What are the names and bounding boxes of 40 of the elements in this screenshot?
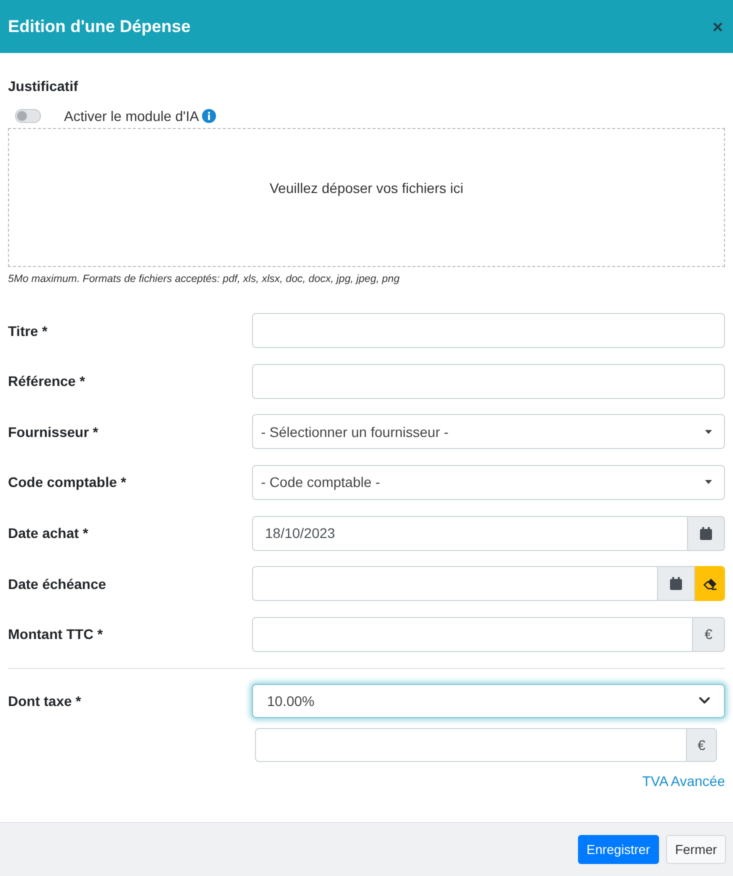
field-label: Titre * — [8, 322, 48, 340]
currency-addon: € — [693, 616, 725, 652]
caret-icon — [705, 480, 712, 484]
toggle-switch[interactable] — [15, 109, 41, 123]
advanced-vat-link[interactable]: TVA Avancée — [642, 772, 725, 789]
input-field[interactable] — [252, 364, 725, 399]
tax-rate-select[interactable]: 10.00% — [252, 684, 725, 718]
field-label: Date achat * — [8, 524, 88, 542]
caret-icon — [705, 430, 712, 434]
info-icon[interactable] — [202, 109, 216, 123]
dropzone-text: Veuillez déposer vos fichiers ici — [270, 179, 464, 197]
field-label: Référence * — [8, 372, 86, 390]
amount-field[interactable] — [252, 616, 693, 652]
close-button[interactable]: Fermer — [666, 835, 726, 864]
calendar-icon — [670, 577, 682, 590]
select-field[interactable]: - Sélectionner un fournisseur - — [252, 414, 725, 450]
field-label: Dont taxe * — [8, 692, 82, 710]
select-field[interactable]: - Code comptable - — [252, 464, 725, 500]
calendar-icon — [700, 526, 712, 540]
dialog-title: Edition d'une Dépense — [8, 16, 191, 38]
date-field[interactable]: 18/10/2023 — [252, 516, 688, 551]
calendar-button[interactable] — [688, 516, 725, 551]
currency-addon: € — [687, 728, 717, 762]
date-field[interactable] — [252, 566, 658, 602]
file-hint: 5Mo maximum. Formats de fichiers acceptés: pdf, xls, xlsx, doc, docx, jpg, jpeg, png — [8, 272, 400, 286]
eraser-icon — [702, 578, 716, 590]
toggle-label: Activer le module d'IA — [64, 107, 199, 125]
chevron-down-icon — [699, 697, 710, 704]
calendar-button[interactable] — [658, 566, 695, 602]
field-label: Date échéance — [8, 574, 106, 593]
section-heading: Justificatif — [8, 77, 78, 95]
field-label: Code comptable * — [8, 473, 126, 492]
clear-button[interactable] — [695, 566, 725, 602]
file-dropzone[interactable]: Veuillez déposer vos fichiers ici — [8, 128, 725, 267]
field-label: Montant TTC * — [8, 625, 103, 644]
tax-amount-field[interactable] — [255, 728, 687, 762]
input-field[interactable] — [252, 313, 725, 348]
close-button[interactable]: × — [710, 18, 725, 36]
save-button[interactable]: Enregistrer — [578, 835, 660, 864]
field-label: Fournisseur * — [8, 422, 98, 441]
